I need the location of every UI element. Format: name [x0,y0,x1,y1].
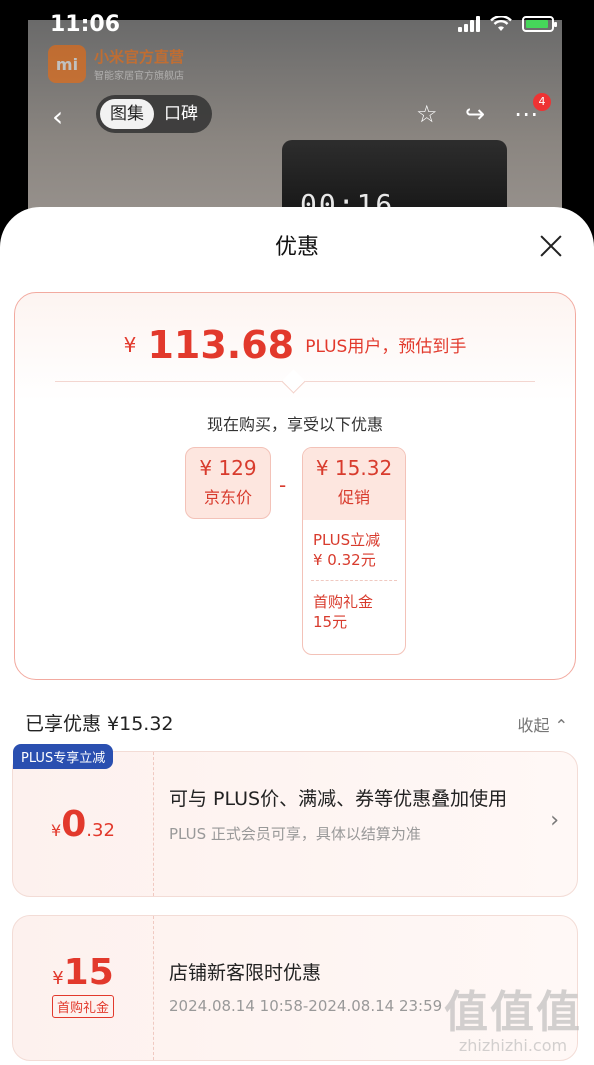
menu-badge: 4 [533,93,551,111]
share-icon[interactable]: ↪ [465,100,485,128]
price-card: ¥ 113.68 PLUS用户，预估到手 现在购买，享受以下优惠 ¥ 129 京… [14,292,576,680]
status-icons [458,16,557,32]
promo-item-amount: ¥ 0.32元 [313,551,376,569]
star-favorite-icon[interactable]: ☆ [416,100,438,128]
cellular-signal-icon [458,16,480,32]
tab-reviews[interactable]: 口碑 [154,99,208,129]
promo-item: 首购礼金 15元 [303,582,405,642]
price-note: PLUS用户，预估到手 [305,337,467,357]
store-subtitle: 智能家居官方旗舰店 [94,71,184,82]
store-header: mi 小米官方直营 智能家居官方旗舰店 [48,45,184,83]
promo-box: ¥ 15.32 促销 PLUS立减 ¥ 0.32元 首购礼金 15元 [302,447,406,655]
promo-item: PLUS立减 ¥ 0.32元 [303,520,405,580]
back-arrow-icon[interactable]: ‹ [52,100,63,133]
enjoyed-discount: 已享优惠 ¥15.32 [25,713,174,735]
store-logo: mi [48,45,86,83]
promo-label: 促销 [337,488,370,507]
coupon-amount: ¥0.32 [13,752,154,896]
final-price: 113.68 [147,323,295,367]
promo-item-amount: 15元 [313,613,348,631]
promo-item-name: PLUS立减 [313,531,381,549]
minus-sign: - [279,473,287,497]
collapse-button[interactable]: 收起 ⌃ [517,712,568,736]
chevron-right-icon[interactable]: › [550,808,559,833]
coupon-amount-int: 15 [63,952,114,993]
jd-price-label: 京东价 [203,488,252,507]
site-watermark: 值值值 zhizhizhi.com [444,976,582,1055]
first-purchase-tag: 首购礼金 [51,995,114,1018]
sheet-title: 优惠 [274,235,319,260]
store-name: 小米官方直营 [94,48,185,66]
estimated-price: ¥ 113.68 PLUS用户，预估到手 [15,323,575,367]
coupon-details: 可与 PLUS价、满减、券等优惠叠加使用 PLUS 正式会员可享，具体以结算为准 [169,752,537,896]
gallery-tabs: 图集 口碑 [96,95,212,133]
jd-price-box: ¥ 129 京东价 [185,447,271,519]
chevron-up-icon: ⌃ [554,716,568,735]
battery-icon [522,16,557,32]
jd-price-value: ¥ 129 [199,456,257,480]
collapse-label: 收起 [517,716,550,735]
promo-item-name: 首购礼金 [313,593,374,611]
coupon-subtitle: PLUS 正式会员可享，具体以结算为准 [169,825,421,843]
wifi-icon [490,16,512,31]
coupon-amount: ¥15 首购礼金 [13,916,154,1060]
coupon-currency: ¥ [52,968,64,989]
discount-sheet: 优惠 ¥ 113.68 PLUS用户，预估到手 现在购买，享受以下优惠 ¥ 12… [0,207,594,1065]
promo-header: ¥ 15.32 促销 [303,448,405,520]
status-time: 11:06 [50,12,121,37]
watermark-logo: 值值值 [444,987,582,1038]
coupon-amount-dec: .32 [86,820,115,841]
divider-notch [281,369,306,394]
coupon-amount-int: 0 [61,804,87,845]
plus-discount-card[interactable]: PLUS专享立减 ¥0.32 可与 PLUS价、满减、券等优惠叠加使用 PLUS… [12,744,578,897]
tab-gallery[interactable]: 图集 [100,99,154,129]
coupon-currency: ¥ [51,821,62,840]
coupon-title: 可与 PLUS价、满减、券等优惠叠加使用 [169,788,508,810]
watermark-url: zhizhizhi.com [458,1036,568,1055]
promo-value: ¥ 15.32 [315,456,393,480]
buy-now-text: 现在购买，享受以下优惠 [206,415,383,434]
close-icon[interactable] [538,233,564,259]
currency-symbol: ¥ [123,333,137,357]
